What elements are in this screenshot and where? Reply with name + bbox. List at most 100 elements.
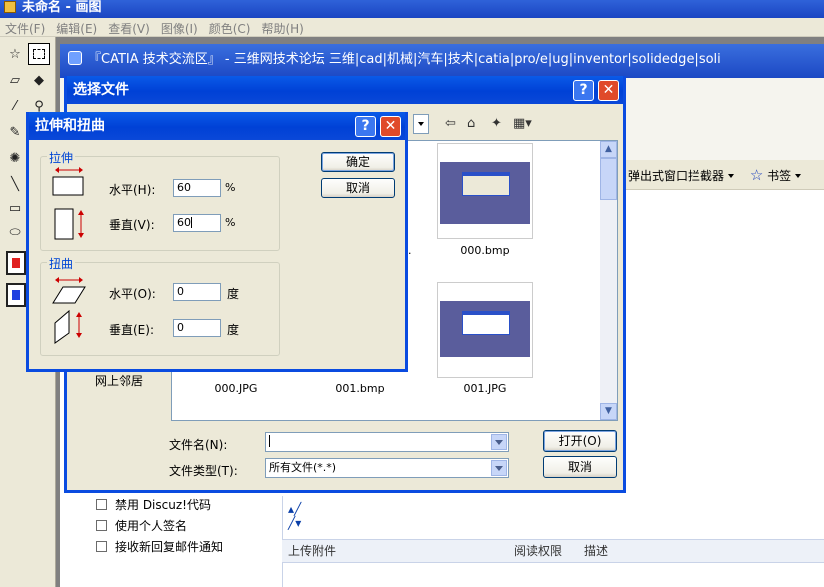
- back-icon[interactable]: ⇦: [445, 116, 456, 132]
- thumbnail-image: [440, 162, 530, 224]
- forum-header: 『CATIA 技术交流区』 - 三维网技术论坛 三维|cad|机械|汽车|技术|…: [60, 44, 824, 78]
- file-name[interactable]: 001.JPG: [437, 382, 533, 395]
- upload-col-attachment: 上传附件: [288, 544, 337, 558]
- degree-unit: 度: [227, 323, 240, 337]
- menu-file[interactable]: 文件(F): [0, 18, 51, 37]
- stretch-horizontal-input[interactable]: 60: [173, 179, 221, 197]
- fill-icon[interactable]: ◆: [28, 69, 50, 91]
- eraser-icon[interactable]: ▱: [4, 69, 26, 91]
- star-icon[interactable]: ☆: [750, 166, 763, 184]
- upload-col-permission: 阅读权限: [514, 544, 563, 558]
- filetype-select[interactable]: 所有文件(*.*): [265, 458, 509, 478]
- chevron-down-icon[interactable]: [491, 434, 507, 450]
- format-toggle-icon[interactable]: ▴╱ ╱▾: [288, 502, 318, 532]
- popup-blocker-label[interactable]: 弹出式窗口拦截器: [620, 169, 724, 183]
- free-select-icon[interactable]: ☆: [4, 43, 26, 65]
- fg-color-icon[interactable]: [6, 251, 26, 275]
- open-button[interactable]: 打开(O): [543, 430, 617, 452]
- file-name[interactable]: 000.JPG: [188, 382, 284, 395]
- menu-edit[interactable]: 编辑(E): [51, 18, 103, 37]
- stretch-skew-dialog: 拉伸和扭曲 ? ✕ 拉伸 水平(H): 60 % 垂直(V): 60 % 扭曲 …: [26, 112, 408, 372]
- option-label: 使用个人签名: [115, 519, 188, 533]
- chevron-down-icon[interactable]: [491, 460, 507, 476]
- skew-group: 扭曲 水平(O): 0 度 垂直(E): 0 度: [40, 255, 280, 356]
- skew-vertical-icon: [54, 309, 82, 344]
- vertical-scrollbar[interactable]: ▲ ▼: [600, 141, 617, 420]
- option-label: 接收新回复邮件通知: [115, 540, 224, 554]
- text-caret: [269, 435, 270, 447]
- close-button[interactable]: ✕: [598, 80, 619, 101]
- menu-colors[interactable]: 颜色(C): [204, 18, 257, 37]
- cancel-button[interactable]: 取消: [321, 178, 395, 198]
- rectangle-icon[interactable]: ▭: [4, 197, 26, 219]
- ok-button[interactable]: 确定: [321, 152, 395, 172]
- stretch-group-title: 拉伸: [47, 149, 76, 166]
- stretch-vertical-value: 60: [177, 216, 191, 229]
- airbrush-icon[interactable]: ✺: [4, 147, 26, 169]
- menu-view[interactable]: 查看(V): [103, 18, 156, 37]
- paint-title: 未命名 - 画图: [22, 0, 102, 15]
- checkbox[interactable]: [96, 520, 107, 531]
- chevron-down-icon[interactable]: [795, 174, 802, 178]
- skew-vertical-input[interactable]: 0: [173, 319, 221, 337]
- filetype-label: 文件类型(T):: [169, 464, 238, 478]
- upload-col-description: 描述: [584, 544, 609, 558]
- scroll-up-icon[interactable]: ▲: [600, 141, 617, 158]
- stretch-horizontal-icon: [52, 167, 84, 196]
- look-in-dropdown[interactable]: [413, 114, 429, 134]
- color-picker-icon[interactable]: ⁄: [4, 95, 26, 117]
- thumbnail-dialog: [462, 311, 510, 335]
- close-button[interactable]: ✕: [380, 116, 401, 137]
- chevron-down-icon: [418, 122, 424, 126]
- option-disable-discuz[interactable]: 禁用 Discuz!代码: [96, 496, 211, 513]
- option-label: 禁用 Discuz!代码: [115, 498, 211, 512]
- scroll-down-icon[interactable]: ▼: [600, 403, 617, 420]
- percent-unit: %: [225, 216, 236, 229]
- file-cancel-button[interactable]: 取消: [543, 456, 617, 478]
- line-icon[interactable]: ╲: [4, 173, 26, 195]
- ellipse-icon[interactable]: ⬭: [4, 221, 26, 243]
- new-folder-icon[interactable]: ✦: [491, 116, 502, 132]
- filename-input[interactable]: [265, 432, 509, 452]
- paint-app-icon: [4, 1, 16, 13]
- stretch-vertical-input[interactable]: 60: [173, 214, 221, 232]
- chevron-down-icon[interactable]: [728, 174, 735, 178]
- rect-select-icon[interactable]: [28, 43, 50, 65]
- help-button[interactable]: ?: [355, 116, 376, 137]
- view-menu-icon[interactable]: ▦▾: [513, 116, 532, 132]
- filename-label: 文件名(N):: [169, 438, 228, 452]
- degree-unit: 度: [227, 287, 240, 301]
- skew-horizontal-label: 水平(O):: [109, 287, 156, 301]
- network-places-label: 网上邻居: [94, 374, 143, 388]
- skew-vertical-label: 垂直(E):: [109, 323, 154, 337]
- thumbnail-image: [440, 301, 530, 357]
- menu-help[interactable]: 帮助(H): [256, 18, 309, 37]
- file-thumb-000-bmp[interactable]: [437, 143, 533, 239]
- file-name[interactable]: 000.bmp: [437, 244, 533, 257]
- network-places-item[interactable]: 网上邻居: [87, 372, 151, 389]
- paint-title-bar: 未命名 - 画图: [0, 0, 824, 18]
- stretch-group: 拉伸 水平(H): 60 % 垂直(V): 60 %: [40, 149, 280, 251]
- menu-image[interactable]: 图像(I): [156, 18, 204, 37]
- checkbox[interactable]: [96, 499, 107, 510]
- skew-horizontal-icon: [52, 277, 86, 304]
- thumbnail-dialog: [462, 172, 510, 196]
- percent-unit: %: [225, 181, 236, 194]
- checkbox[interactable]: [96, 541, 107, 552]
- paint-menu-bar: 文件(F) 编辑(E) 查看(V) 图像(I) 颜色(C) 帮助(H): [0, 18, 824, 37]
- scroll-thumb[interactable]: [600, 158, 617, 200]
- stretch-vertical-label: 垂直(V):: [109, 218, 155, 232]
- bg-color-icon[interactable]: [6, 283, 26, 307]
- option-email-notify[interactable]: 接收新回复邮件通知: [96, 538, 223, 555]
- help-button[interactable]: ?: [573, 80, 594, 101]
- skew-group-title: 扭曲: [47, 255, 76, 272]
- browser-toolbar: 弹出式窗口拦截器 ☆ 书签: [620, 160, 824, 190]
- skew-horizontal-input[interactable]: 0: [173, 283, 221, 301]
- option-use-signature[interactable]: 使用个人签名: [96, 517, 187, 534]
- up-folder-icon[interactable]: ⌂: [467, 116, 475, 132]
- bookmarks-label[interactable]: 书签: [767, 169, 791, 183]
- file-name[interactable]: 001.bmp: [312, 382, 408, 395]
- file-thumb-001-jpg[interactable]: [437, 282, 533, 378]
- pencil-icon[interactable]: ✎: [4, 121, 26, 143]
- filetype-value: 所有文件(*.*): [269, 461, 337, 474]
